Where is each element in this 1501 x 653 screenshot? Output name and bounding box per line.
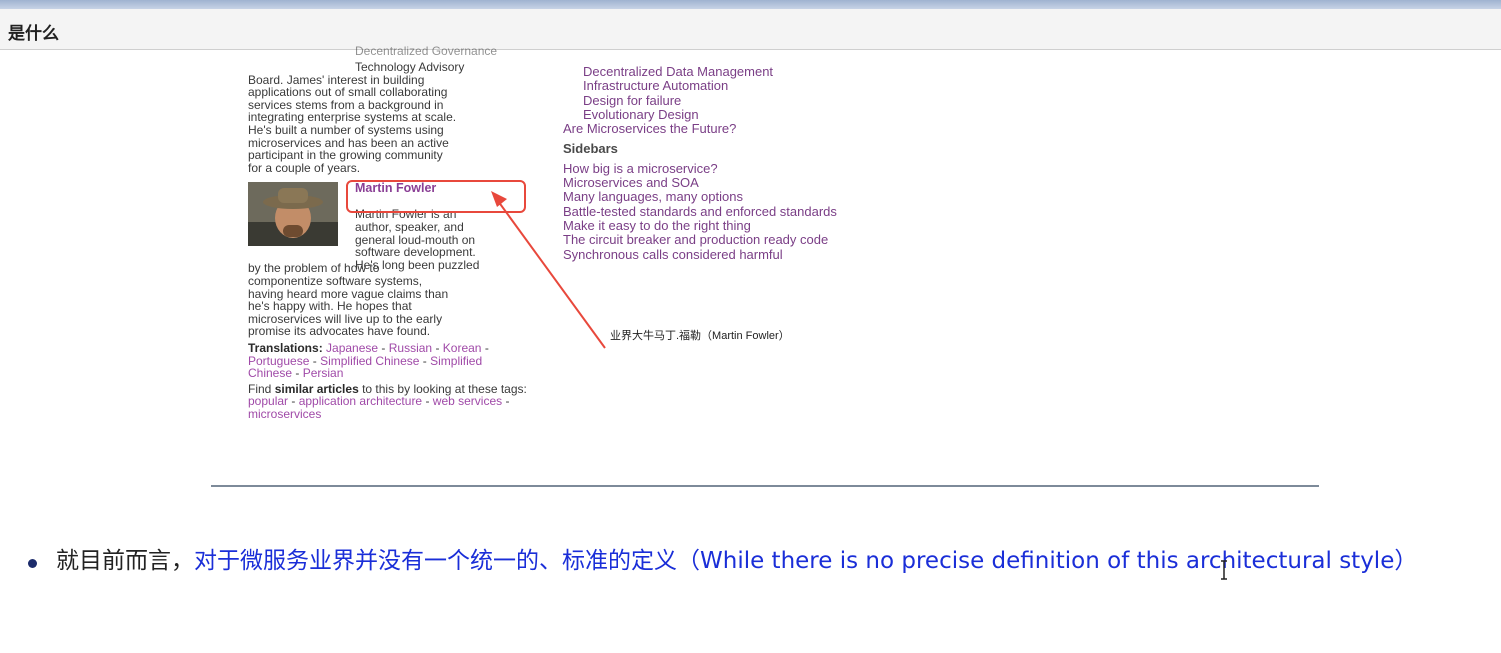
annotation-caption: 业界大牛马丁.福勒（Martin Fowler） <box>610 330 790 342</box>
toc-column: Decentralized Data Management Infrastruc… <box>563 50 983 262</box>
toc-item[interactable]: Decentralized Data Management <box>563 64 983 79</box>
toc-item[interactable]: Infrastructure Automation <box>563 78 983 93</box>
tag-link[interactable]: web services <box>433 394 502 408</box>
bullet-definition: 对于微服务业界并没有一个统一的、标准的定义（While there is no … <box>194 548 1418 574</box>
bullet-prefix: 就目前而言， <box>56 548 194 574</box>
bio-line: Technology Advisory <box>355 60 465 74</box>
sidebar-link[interactable]: Microservices and SOA <box>563 175 983 190</box>
bullet-dot <box>28 559 37 568</box>
sidebar-link[interactable]: The circuit breaker and production ready… <box>563 232 983 247</box>
sidebar-link[interactable]: Many languages, many options <box>563 190 983 205</box>
embedded-article-screenshot: Decentralized Governance Technology Advi… <box>0 44 1501 490</box>
bio-line: for a couple of years. <box>248 160 361 175</box>
section-title: 是什么 <box>8 24 59 44</box>
sidebars-heading: Sidebars <box>563 141 618 157</box>
sidebar-link[interactable]: Battle-tested standards and enforced sta… <box>563 204 983 219</box>
translation-link[interactable]: Persian <box>303 366 344 380</box>
toc-item[interactable]: Evolutionary Design <box>563 107 983 122</box>
toc-item[interactable]: Design for failure <box>563 93 983 108</box>
section-header: 是什么 <box>0 9 1501 50</box>
window-top-strip <box>0 0 1501 9</box>
sidebar-link[interactable]: Make it easy to do the right thing <box>563 218 983 233</box>
annotation-arrow <box>491 191 606 349</box>
bio-line: applications out of small collaborating <box>248 85 448 100</box>
similar-articles-block: Find similar articles to this by looking… <box>248 381 527 421</box>
tag-link[interactable]: microservices <box>248 407 321 421</box>
author-photo <box>248 182 338 247</box>
sidebar-link[interactable]: How big is a microservice? <box>563 161 983 176</box>
toc-item[interactable]: Are Microservices the Future? <box>563 121 983 136</box>
sidebar-link[interactable]: Synchronous calls considered harmful <box>563 247 983 262</box>
text-cursor-icon <box>1221 560 1227 580</box>
bio-line: He's built a number of systems using <box>248 122 444 137</box>
bio-line: participant in the growing community <box>248 148 443 163</box>
bullet-text: 就目前而言，对于微服务业界并没有一个统一的、标准的定义（While there … <box>56 543 1496 579</box>
divider-line <box>211 485 1319 487</box>
